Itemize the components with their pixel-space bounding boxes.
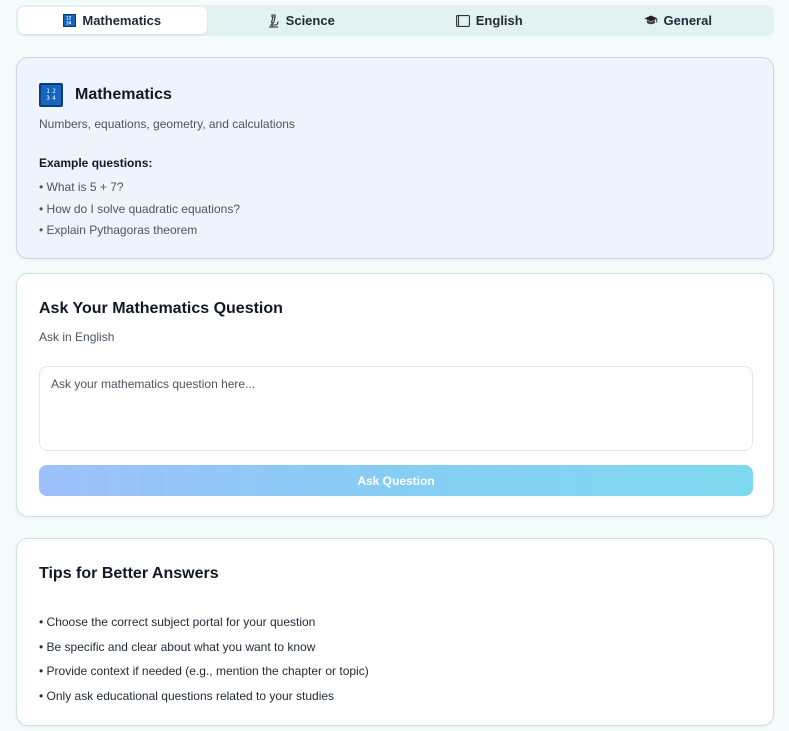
list-item: • Be specific and clear about what you w… bbox=[39, 639, 316, 654]
tips-card: Tips for Better Answers • Choose the cor… bbox=[16, 538, 774, 726]
ask-subtitle: Ask in English bbox=[39, 330, 115, 344]
subject-description: Numbers, equations, geometry, and calcul… bbox=[39, 117, 295, 131]
subject-title: Mathematics bbox=[75, 86, 172, 103]
tips-title: Tips for Better Answers bbox=[39, 565, 219, 582]
book-icon bbox=[455, 14, 470, 27]
tab-general[interactable]: General bbox=[584, 7, 773, 34]
numbers-icon: 1 2 3 4 bbox=[39, 83, 63, 107]
list-item: • What is 5 + 7? bbox=[39, 180, 124, 194]
list-item: • Provide context if needed (e.g., menti… bbox=[39, 664, 369, 679]
tab-science[interactable]: Science bbox=[207, 7, 396, 34]
examples-list: • What is 5 + 7? • How do I solve quadra… bbox=[39, 180, 240, 245]
list-item: • Explain Pythagoras theorem bbox=[39, 223, 198, 237]
subject-header: 1 2 3 4 Mathematics bbox=[39, 83, 172, 107]
ask-question-card: Ask Your Mathematics Question Ask in Eng… bbox=[16, 273, 774, 517]
list-item: • Only ask educational questions related… bbox=[39, 689, 335, 704]
list-item: • How do I solve quadratic equations? bbox=[39, 201, 240, 216]
tab-label: Science bbox=[285, 13, 335, 28]
examples-heading: Example questions: bbox=[39, 156, 153, 170]
subject-info-card: 1 2 3 4 Mathematics Numbers, equations, … bbox=[16, 57, 774, 259]
numbers-icon: 12 34 bbox=[63, 14, 77, 27]
ask-question-button[interactable]: Ask Question bbox=[39, 465, 753, 496]
subject-tab-bar: 12 34 Mathematics Science English Genera… bbox=[16, 5, 774, 36]
tab-label: General bbox=[663, 13, 712, 28]
tab-label: English bbox=[475, 13, 523, 28]
tab-label: Mathematics bbox=[82, 13, 162, 28]
graduation-cap-icon bbox=[644, 15, 658, 26]
ask-title: Ask Your Mathematics Question bbox=[39, 300, 283, 317]
tab-english[interactable]: English bbox=[395, 7, 584, 34]
tips-list: • Choose the correct subject portal for … bbox=[39, 615, 369, 714]
list-item: • Choose the correct subject portal for … bbox=[39, 615, 316, 629]
tab-mathematics[interactable]: 12 34 Mathematics bbox=[18, 7, 207, 34]
microscope-icon bbox=[267, 13, 280, 28]
question-input[interactable] bbox=[39, 366, 753, 451]
svg-text:34: 34 bbox=[67, 21, 72, 26]
